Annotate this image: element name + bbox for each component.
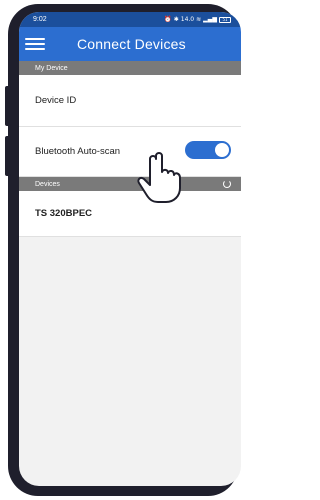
app-bar: Connect Devices — [19, 27, 241, 61]
loading-spinner-icon — [223, 180, 231, 188]
battery-icon: 51 — [219, 16, 231, 23]
screen: 9:02 ⏰ ✱ 14.0 ≋ ▂▄▆ 51 Connect Devices M… — [19, 12, 241, 486]
device-id-label: Device ID — [35, 95, 77, 106]
volume-button — [5, 86, 11, 126]
devices-section-label: Devices — [35, 180, 60, 188]
wifi-icon: ≋ — [196, 16, 202, 23]
pointing-hand-icon — [135, 152, 181, 203]
status-time: 9:02 — [33, 16, 47, 23]
status-icons: ⏰ ✱ 14.0 ≋ ▂▄▆ 51 — [164, 16, 231, 23]
device-id-row[interactable]: Device ID — [19, 75, 241, 127]
section-header-my-device: My Device — [19, 61, 241, 75]
signal-icon: ▂▄▆ — [203, 16, 217, 23]
toggle-knob — [215, 143, 229, 157]
status-bar: 9:02 ⏰ ✱ 14.0 ≋ ▂▄▆ 51 — [19, 12, 241, 27]
power-button — [5, 136, 11, 176]
bluetooth-autoscan-label: Bluetooth Auto-scan — [35, 146, 121, 157]
bluetooth-autoscan-toggle[interactable] — [185, 141, 231, 159]
alarm-icon: ⏰ — [164, 16, 172, 23]
hamburger-menu-icon[interactable] — [25, 36, 45, 52]
page-title: Connect Devices — [77, 36, 186, 52]
net-speed: 14.0 — [180, 16, 195, 23]
bluetooth-icon: ✱ — [173, 16, 179, 23]
device-name: TS 320BPEC — [35, 208, 93, 219]
